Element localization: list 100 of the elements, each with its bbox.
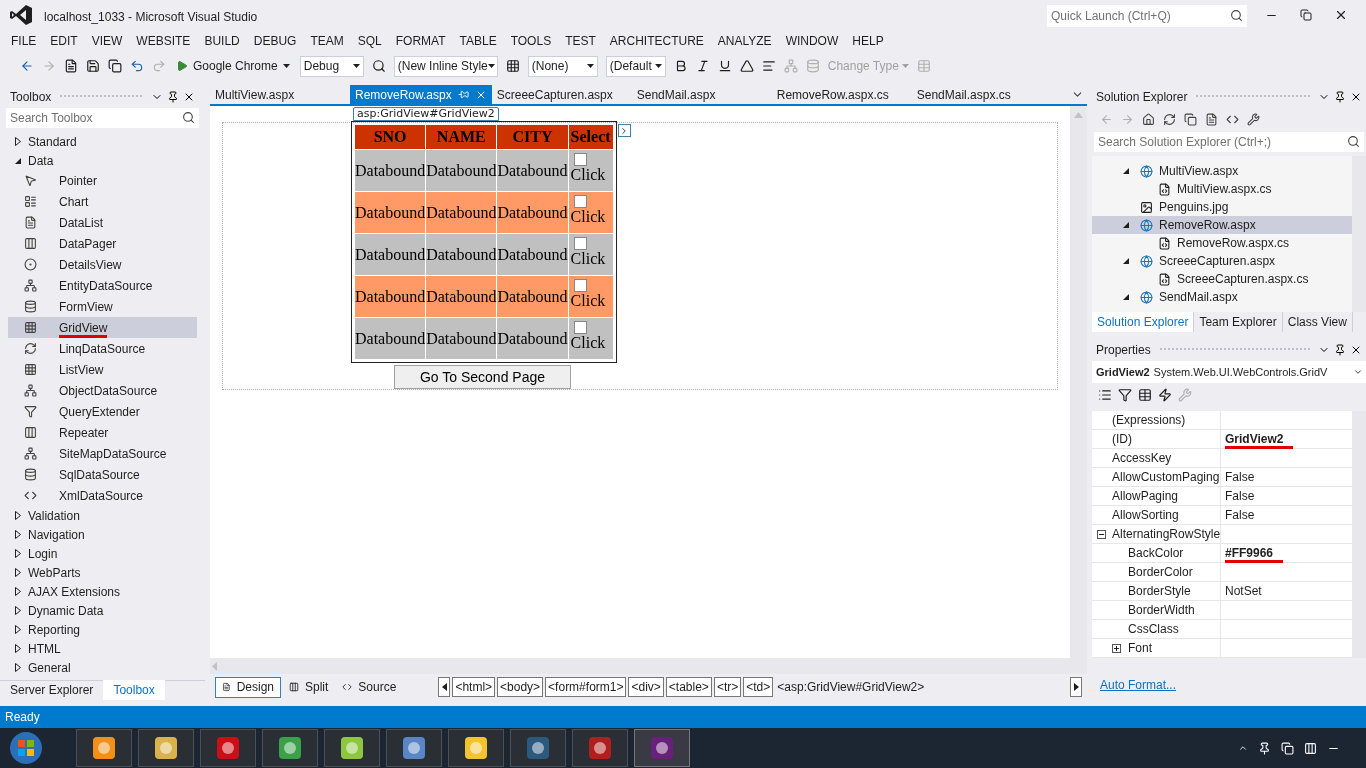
toolbox-item[interactable]: Chart xyxy=(8,191,197,212)
tag-breadcrumb[interactable]: <html> xyxy=(452,677,496,697)
find-icon[interactable] xyxy=(371,59,386,73)
document-tab[interactable]: ScreeeCapturen.aspx xyxy=(491,85,632,104)
menu-item[interactable]: EDIT xyxy=(43,31,85,50)
expand-arrow-icon[interactable] xyxy=(14,568,22,577)
toolbox-group[interactable]: HTML xyxy=(0,639,205,658)
menu-item[interactable]: TABLE xyxy=(452,31,504,50)
font-dropdown[interactable]: (Default xyxy=(605,55,666,77)
close-icon[interactable] xyxy=(1334,8,1348,22)
tag-breadcrumb[interactable]: <asp:GridView#GridView2> xyxy=(775,677,927,697)
toolbox-item[interactable]: Repeater xyxy=(8,422,197,443)
property-value[interactable]: NotSet xyxy=(1225,582,1262,600)
expand-arrow-icon[interactable] xyxy=(14,644,22,653)
expand-arrow-icon[interactable] xyxy=(14,606,22,615)
italic-icon[interactable] xyxy=(695,59,710,73)
collapse-arrow-icon[interactable] xyxy=(1122,257,1130,265)
scroll-left-button[interactable] xyxy=(438,677,451,697)
property-value[interactable]: GridView2 xyxy=(1225,429,1294,449)
toolbox-item[interactable]: QueryExtender xyxy=(8,401,197,422)
toolbox-item[interactable]: EntityDataSource xyxy=(8,275,197,296)
menu-item[interactable]: WEBSITE xyxy=(129,31,198,50)
categorized-icon[interactable] xyxy=(1098,388,1112,402)
home-icon[interactable] xyxy=(1142,112,1155,126)
panel-tab[interactable]: Server Explorer xyxy=(0,680,104,700)
checkbox[interactable] xyxy=(573,153,587,166)
menu-item[interactable]: FORMAT xyxy=(388,31,453,50)
toolbox-group[interactable]: Login xyxy=(0,544,205,563)
toolbox-group[interactable]: Validation xyxy=(0,506,205,525)
tag-breadcrumb[interactable]: <tr> xyxy=(713,677,742,697)
document-tab[interactable]: SendMail.aspx xyxy=(631,85,772,104)
pin-icon[interactable] xyxy=(167,90,179,103)
collapse-arrow-icon[interactable] xyxy=(1122,167,1130,175)
checkbox[interactable] xyxy=(573,279,587,292)
wrench-icon[interactable] xyxy=(1247,112,1260,126)
tree-item[interactable]: SendMail.aspx xyxy=(1092,288,1352,306)
menu-item[interactable]: ANALYZE xyxy=(710,31,779,50)
menu-item[interactable]: VIEW xyxy=(84,31,130,50)
collapse-arrow-icon[interactable] xyxy=(1122,293,1130,301)
tree-item[interactable]: MultiView.aspx xyxy=(1092,162,1352,180)
expand-box-icon[interactable] xyxy=(1112,643,1121,653)
taskbar-button[interactable] xyxy=(76,729,132,767)
checkbox[interactable] xyxy=(573,237,587,250)
tree-item[interactable]: RemoveRow.aspx xyxy=(1092,216,1352,234)
tree-item[interactable]: MultiView.aspx.cs xyxy=(1092,180,1352,198)
collapse-all-icon[interactable] xyxy=(1184,112,1197,126)
toolbox-group[interactable]: General xyxy=(0,658,205,677)
view-tab[interactable]: Design xyxy=(215,676,281,698)
tree-item[interactable]: RemoveRow.aspx.cs xyxy=(1092,234,1352,252)
toolbox-item[interactable]: DetailsView xyxy=(8,254,197,275)
menu-item[interactable]: TEAM xyxy=(303,31,351,50)
save-icon[interactable] xyxy=(86,59,100,73)
toolbox-group[interactable]: Reporting xyxy=(0,620,205,639)
toolbox-item[interactable]: ListView xyxy=(8,359,197,380)
panel-tab[interactable]: Solution Explorer xyxy=(1092,312,1195,332)
align-icon[interactable] xyxy=(761,59,776,73)
menu-item[interactable]: ARCHITECTURE xyxy=(602,31,711,50)
taskbar-button[interactable] xyxy=(200,729,256,767)
refresh-icon[interactable] xyxy=(1163,112,1176,126)
menu-item[interactable]: TOOLS xyxy=(503,31,559,50)
menu-item[interactable]: SQL xyxy=(350,31,389,50)
collapse-arrow-icon[interactable] xyxy=(1122,221,1130,229)
scroll-right-button[interactable] xyxy=(1070,677,1082,697)
menu-item[interactable]: WINDOW xyxy=(778,31,846,50)
property-value[interactable]: False xyxy=(1225,506,1255,524)
toolbox-item[interactable]: XmlDataSource xyxy=(8,485,197,506)
tree-item[interactable]: Penguins.jpg xyxy=(1092,198,1352,216)
alphabetical-icon[interactable] xyxy=(1118,388,1132,402)
quick-launch-field[interactable]: Quick Launch (Ctrl+Q) xyxy=(1047,5,1247,27)
view-tab[interactable]: Split xyxy=(283,676,335,698)
smart-tag-button[interactable] xyxy=(617,124,631,137)
toolbox-group[interactable]: Dynamic Data xyxy=(0,601,205,620)
save-all-icon[interactable] xyxy=(108,59,122,73)
toolbox-item[interactable]: LinqDataSource xyxy=(8,338,197,359)
toolbox-item[interactable]: SiteMapDataSource xyxy=(8,443,197,464)
toolbox-group[interactable]: AJAX Extensions xyxy=(0,582,205,601)
checkbox[interactable] xyxy=(573,195,587,208)
checkbox[interactable] xyxy=(573,321,587,334)
show-all-files-icon[interactable] xyxy=(1205,112,1218,126)
tag-breadcrumb[interactable]: <form#form1> xyxy=(545,677,627,697)
undo-icon[interactable] xyxy=(130,59,144,73)
taskbar-button[interactable] xyxy=(572,729,628,767)
style-dropdown[interactable]: (None) xyxy=(527,55,598,77)
collapse-box-icon[interactable] xyxy=(1096,529,1106,539)
tree-item[interactable]: ScreeeCapturen.aspx xyxy=(1092,252,1352,270)
taskbar-button[interactable] xyxy=(138,729,194,767)
panel-tab[interactable]: Toolbox xyxy=(103,680,165,700)
expand-arrow-icon[interactable] xyxy=(14,511,22,520)
expand-arrow-icon[interactable] xyxy=(14,587,22,596)
document-tab[interactable]: RemoveRow.aspx.cs xyxy=(771,85,912,104)
tag-breadcrumb[interactable]: <body> xyxy=(497,677,544,697)
toolbox-item[interactable]: ObjectDataSource xyxy=(8,380,197,401)
toolbox-group[interactable]: WebParts xyxy=(0,563,205,582)
panel-tab[interactable]: Class View xyxy=(1282,312,1353,332)
taskbar-button[interactable] xyxy=(324,729,380,767)
expand-arrow-icon[interactable] xyxy=(14,530,22,539)
menu-item[interactable]: BUILD xyxy=(197,31,247,50)
object-selector[interactable]: GridView2 System.Web.UI.WebControls.GridV xyxy=(1092,361,1366,383)
view-tab[interactable]: Source xyxy=(336,676,403,698)
search-field[interactable]: Search Solution Explorer (Ctrl+;) xyxy=(1094,132,1364,152)
